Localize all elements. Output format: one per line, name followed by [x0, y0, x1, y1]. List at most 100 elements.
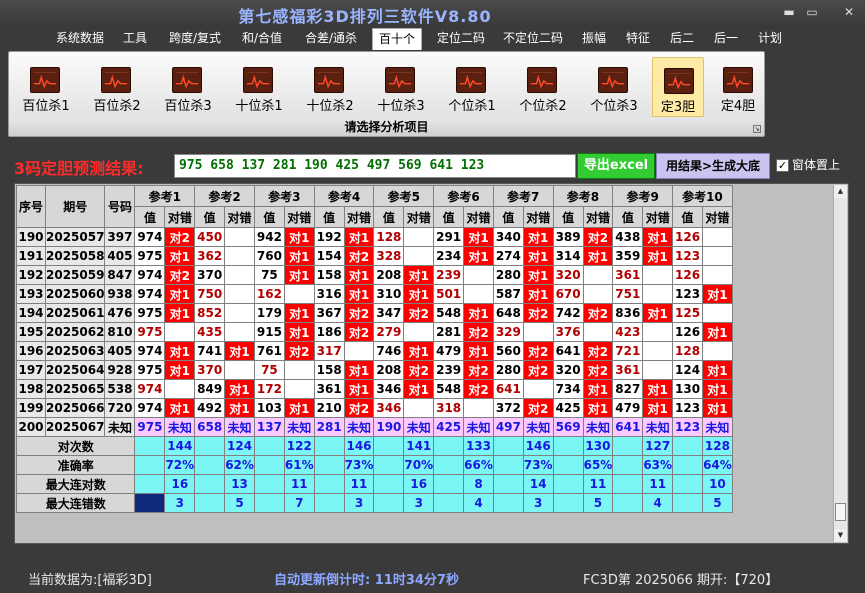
ref-value: 208 [373, 265, 405, 285]
ribbon-button[interactable]: 个位杀3 [584, 57, 644, 117]
stats-spacer [134, 493, 166, 513]
generate-base-button[interactable]: 用结果>生成大底 [656, 153, 770, 179]
export-excel-button[interactable]: 导出excel [577, 153, 655, 179]
ribbon-button-label: 百位杀2 [93, 99, 141, 114]
ref-hit: 对1 [702, 398, 733, 418]
subheader-hit: 对错 [224, 206, 255, 228]
checkbox-check-icon[interactable]: ✓ [776, 159, 789, 172]
ribbon-button[interactable]: 百位杀2 [87, 57, 147, 117]
ref-hit [164, 322, 196, 342]
menu-item[interactable]: 百十个 [372, 28, 422, 50]
vertical-scrollbar[interactable]: ▲ ▼ [833, 185, 847, 542]
row-code: 928 [104, 360, 136, 380]
scroll-down-icon[interactable]: ▼ [834, 529, 847, 542]
ref-hit: 对1 [642, 227, 674, 247]
ref-hit: 对1 [283, 322, 315, 342]
stats-label: 准确率 [15, 455, 136, 475]
ref-hit: 对2 [164, 265, 196, 285]
ribbon-button[interactable]: 十位杀2 [300, 57, 360, 117]
menu-item[interactable]: 计划 [752, 28, 788, 50]
menu-item[interactable]: 定位二码 [430, 28, 492, 50]
ref-value: 361 [612, 360, 644, 380]
ribbon-button[interactable]: 定4胆 [712, 57, 764, 117]
menu-item[interactable]: 合差/通杀 [300, 28, 362, 50]
expand-corner-icon[interactable]: ↘ [753, 125, 761, 133]
ribbon-button[interactable]: 十位杀3 [371, 57, 431, 117]
ribbon-button-label: 个位杀2 [519, 99, 567, 114]
row-code: 397 [104, 227, 136, 247]
subheader-value: 值 [612, 206, 644, 228]
prediction-hit: 未知 [164, 417, 196, 437]
close-icon[interactable]: ✕ [840, 4, 858, 20]
ribbon-button[interactable]: 十位杀1 [229, 57, 289, 117]
table-row[interactable]: 191 2025058 405 975 对1 362 760 对1 154 对2 328 234 对1 2… [16, 246, 733, 266]
ref-hit [582, 322, 614, 342]
result-field[interactable]: 975 658 137 281 190 425 497 569 641 123 [174, 154, 576, 178]
menu-item[interactable]: 特征 [620, 28, 656, 50]
table-row[interactable]: 194 2025061 476 975 对1 852 179 对1 367 对2 347 对2 548 对… [16, 303, 733, 323]
subheader-value: 值 [672, 206, 704, 228]
ref-hit: 对1 [343, 227, 375, 247]
ref-hit [224, 246, 255, 266]
window-ontop-checkbox[interactable]: ✓ 窗体置上 [776, 156, 840, 173]
table-row[interactable]: 196 2025063 405 974 对1 741 对1 761 对2 317 746 对1 479 对… [16, 341, 733, 361]
stats-spacer [672, 474, 704, 494]
menu-item[interactable]: 跨度/复式 [163, 28, 227, 50]
ref-hit: 对1 [403, 265, 435, 285]
ribbon-button[interactable]: 定3胆 [652, 57, 704, 117]
table-row[interactable]: 195 2025062 810 975 435 915 对1 186 对2 279 281 对2 329… [16, 322, 733, 342]
ribbon-button[interactable]: 个位杀2 [513, 57, 573, 117]
prediction-hit: 未知 [224, 417, 255, 437]
title-bar: 第七感福彩3D排列三软件V8.80 ▬ ▭ ✕ [0, 0, 865, 26]
stats-spacer [373, 455, 405, 475]
table-row[interactable]: 199 2025066 720 974 对1 492 对1 103 对1 210 对2 346 318 3… [16, 398, 733, 418]
table-row[interactable]: 198 2025065 538 974 849 对1 172 361 对1 346 对1 548 对2 6… [16, 379, 733, 399]
ribbon-button[interactable]: 百位杀3 [158, 57, 218, 117]
data-grid-panel: 序号 期号 号码 参考1 参考2 参考3 参考4 参考5 参考6 参考7 参考8 参考9 参考10 值对错… [14, 183, 849, 544]
prediction-hit: 未知 [582, 417, 614, 437]
menu-item[interactable]: 系统数据 [50, 28, 110, 50]
prediction-value: 641 [612, 417, 644, 437]
stats-value: 13 [224, 474, 255, 494]
scroll-thumb[interactable] [835, 503, 846, 521]
stats-value: 16 [164, 474, 196, 494]
ref-value: 158 [313, 360, 345, 380]
ribbon-button[interactable]: 个位杀1 [442, 57, 502, 117]
table-row[interactable]: 193 2025060 938 974 对1 750 162 316 对1 310 对1 501 587… [16, 284, 733, 304]
ref-hit [702, 246, 733, 266]
ref-hit [642, 265, 674, 285]
table-row[interactable]: 192 2025059 847 974 对2 370 75 对1 158 对1 208 对1 239 28… [16, 265, 733, 285]
menu-item[interactable]: 后一 [708, 28, 744, 50]
stats-value: 65% [582, 455, 614, 475]
stats-spacer [134, 455, 166, 475]
stats-value: 8 [463, 474, 494, 494]
window-title: 第七感福彩3D排列三软件V8.80 [238, 7, 492, 26]
stats-spacer [492, 493, 524, 513]
subheader-hit: 对错 [582, 206, 614, 228]
maximize-icon[interactable]: ▭ [803, 4, 821, 20]
ref-value: 560 [492, 341, 524, 361]
column-header-period: 期号 [44, 185, 106, 228]
prediction-row[interactable]: 200 2025067 未知 975 未知 658 未知 137 未知 281 未知 190 未知 425… [16, 417, 733, 437]
ref-hit: 对2 [522, 341, 554, 361]
stats-label: 最大连对数 [15, 474, 136, 494]
menu-item[interactable]: 振幅 [578, 28, 610, 50]
ref-value: 501 [433, 284, 465, 304]
scroll-up-icon[interactable]: ▲ [834, 185, 847, 198]
minimize-icon[interactable]: ▬ [780, 4, 798, 20]
row-seq: 192 [16, 265, 46, 285]
menu-item[interactable]: 不定位二码 [495, 28, 571, 50]
stats-value: 10 [702, 474, 733, 494]
stats-spacer [552, 436, 584, 456]
menu-item[interactable]: 后二 [665, 28, 699, 50]
table-row[interactable]: 197 2025064 928 975 对1 370 75 158 对1 208 对2 239 对2 28… [16, 360, 733, 380]
subheader-hit: 对错 [702, 206, 733, 228]
chart-icon [314, 67, 344, 93]
menu-item[interactable]: 和/合值 [238, 28, 286, 50]
data-grid: 序号 期号 号码 参考1 参考2 参考3 参考4 参考5 参考6 参考7 参考8 参考9 参考10 值对错… [15, 185, 733, 513]
prediction-value: 569 [552, 417, 584, 437]
menu-item[interactable]: 工具 [118, 28, 152, 50]
ribbon-button[interactable]: 百位杀1 [16, 57, 76, 117]
table-row[interactable]: 190 2025057 397 974 对2 450 942 对1 192 对1 128 291 对1 3… [16, 227, 733, 247]
column-header-seq: 序号 [16, 185, 46, 228]
